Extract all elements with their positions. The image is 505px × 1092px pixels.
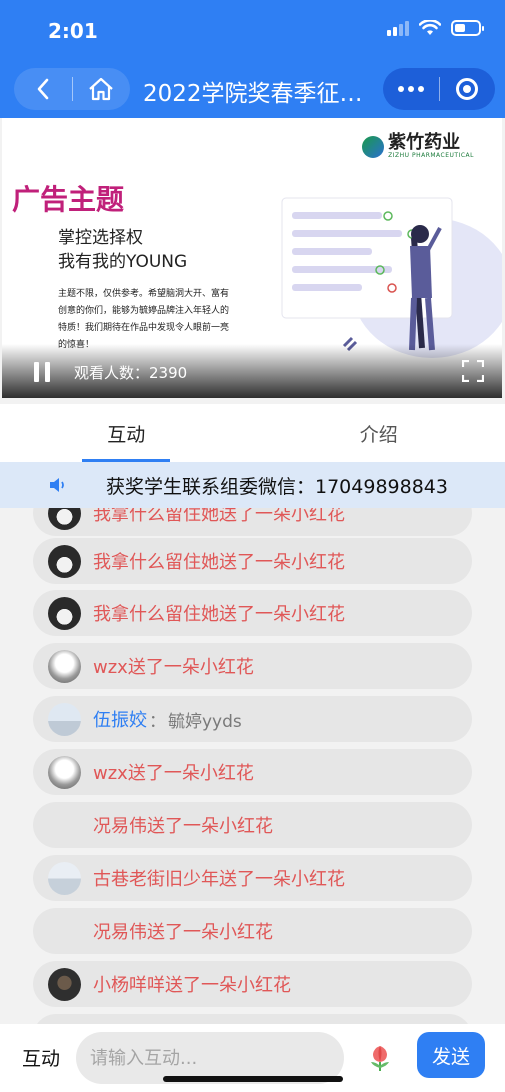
more-dots-icon <box>397 86 424 92</box>
list-item: 我拿什么留住她送了一朵小红花 <box>33 590 472 636</box>
video-player[interactable]: 紫竹药业 ZIZHU PHARMACEUTICAL 广告主题 掌控选择权 我有我… <box>2 118 502 398</box>
capsule-menu <box>383 68 495 110</box>
list-item <box>33 1014 472 1024</box>
brand-name: 紫竹药业 <box>388 132 461 153</box>
gift-message: 我拿什么留住她送了一朵小红花 <box>93 552 345 573</box>
list-item: 小杨咩咩送了一朵小红花 <box>33 961 472 1007</box>
brand-mark-icon <box>362 135 385 158</box>
target-icon <box>456 78 479 100</box>
viewer-count: 观看人数：2390 <box>74 364 188 382</box>
home-button[interactable] <box>72 68 130 110</box>
list-item: 伍振姣 ： 毓婷yyds <box>33 696 472 742</box>
wifi-icon <box>419 20 441 35</box>
list-item: 况易伟送了一朵小红花 <box>33 802 472 848</box>
battery-icon <box>451 20 484 36</box>
gift-message: 我拿什么留住她送了一朵小红花 <box>93 604 345 625</box>
gift-message: wzx送了一朵小红花 <box>93 657 254 678</box>
list-item: 古巷老街旧少年送了一朵小红花 <box>33 855 472 901</box>
page-title: 2022学院奖春季征… <box>143 81 363 107</box>
avatar <box>48 967 81 1001</box>
pause-button[interactable] <box>34 362 50 382</box>
list-item: wzx送了一朵小红花 <box>33 643 472 689</box>
close-miniprogram-button[interactable] <box>439 68 495 110</box>
comment-separator: ： <box>149 711 166 732</box>
avatar <box>48 544 81 578</box>
speaker-icon <box>50 478 64 492</box>
chevron-left-icon <box>37 78 49 100</box>
gift-message: 小杨咩咩送了一朵小红花 <box>93 975 291 996</box>
status-icons <box>387 20 484 36</box>
slogan-line: 我有我的YOUNG <box>58 252 188 272</box>
brand-logo: 紫竹药业 ZIZHU PHARMACEUTICAL <box>362 134 474 159</box>
gift-message: wzx送了一朵小红花 <box>93 763 254 784</box>
avatar <box>48 508 81 530</box>
gift-message: 况易伟送了一朵小红花 <box>93 816 273 837</box>
gift-message: 况易伟送了一朵小红花 <box>93 922 273 943</box>
commenter-name: 伍振姣 <box>93 710 147 731</box>
avatar <box>48 702 81 736</box>
avatar <box>48 596 81 630</box>
gift-message: 古巷老街旧少年送了一朵小红花 <box>93 869 345 890</box>
back-button[interactable] <box>14 68 72 110</box>
ad-title: 广告主题 <box>12 183 125 216</box>
more-button[interactable] <box>383 68 439 110</box>
gift-message: 我拿什么留住她送了一朵小红花 <box>93 508 345 525</box>
home-icon <box>89 77 113 101</box>
list-item: 况易伟送了一朵小红花 <box>33 908 472 954</box>
ad-slogan: 掌控选择权 我有我的YOUNG <box>58 226 187 274</box>
avatar <box>48 755 81 789</box>
status-time: 2:01 <box>48 19 98 43</box>
list-item: 我拿什么留住她送了一朵小红花 <box>33 538 472 584</box>
notice-text: 获奖学生联系组委微信：17049898843 <box>106 476 448 498</box>
tab-interaction[interactable]: 互动 <box>0 404 253 462</box>
comment-text: 毓婷yyds <box>168 711 242 732</box>
tab-bar: 互动 介绍 <box>0 404 505 462</box>
brand-subtitle: ZIZHU PHARMACEUTICAL <box>388 152 474 159</box>
home-indicator <box>163 1076 343 1082</box>
slogan-line: 掌控选择权 <box>58 228 143 248</box>
avatar <box>48 649 81 683</box>
top-bar: 2:01 2022学院奖春季征… <box>0 0 505 118</box>
list-item: wzx送了一朵小红花 <box>33 749 472 795</box>
list-item: 我拿什么留住她送了一朵小红花 <box>33 508 472 536</box>
send-button[interactable]: 发送 <box>417 1032 485 1078</box>
tab-introduction[interactable]: 介绍 <box>253 404 505 462</box>
input-label: 互动 <box>22 1048 61 1070</box>
avatar <box>48 861 81 895</box>
cellular-signal-icon <box>387 20 409 36</box>
flower-gift-icon[interactable] <box>367 1042 393 1072</box>
fullscreen-icon[interactable] <box>462 360 484 382</box>
interaction-list[interactable]: 我拿什么留住她送了一朵小红花 我拿什么留住她送了一朵小红花 我拿什么留住她送了一… <box>0 508 505 1024</box>
notice-banner: 获奖学生联系组委微信：17049898843 <box>0 462 505 508</box>
nav-left-group <box>14 68 130 110</box>
